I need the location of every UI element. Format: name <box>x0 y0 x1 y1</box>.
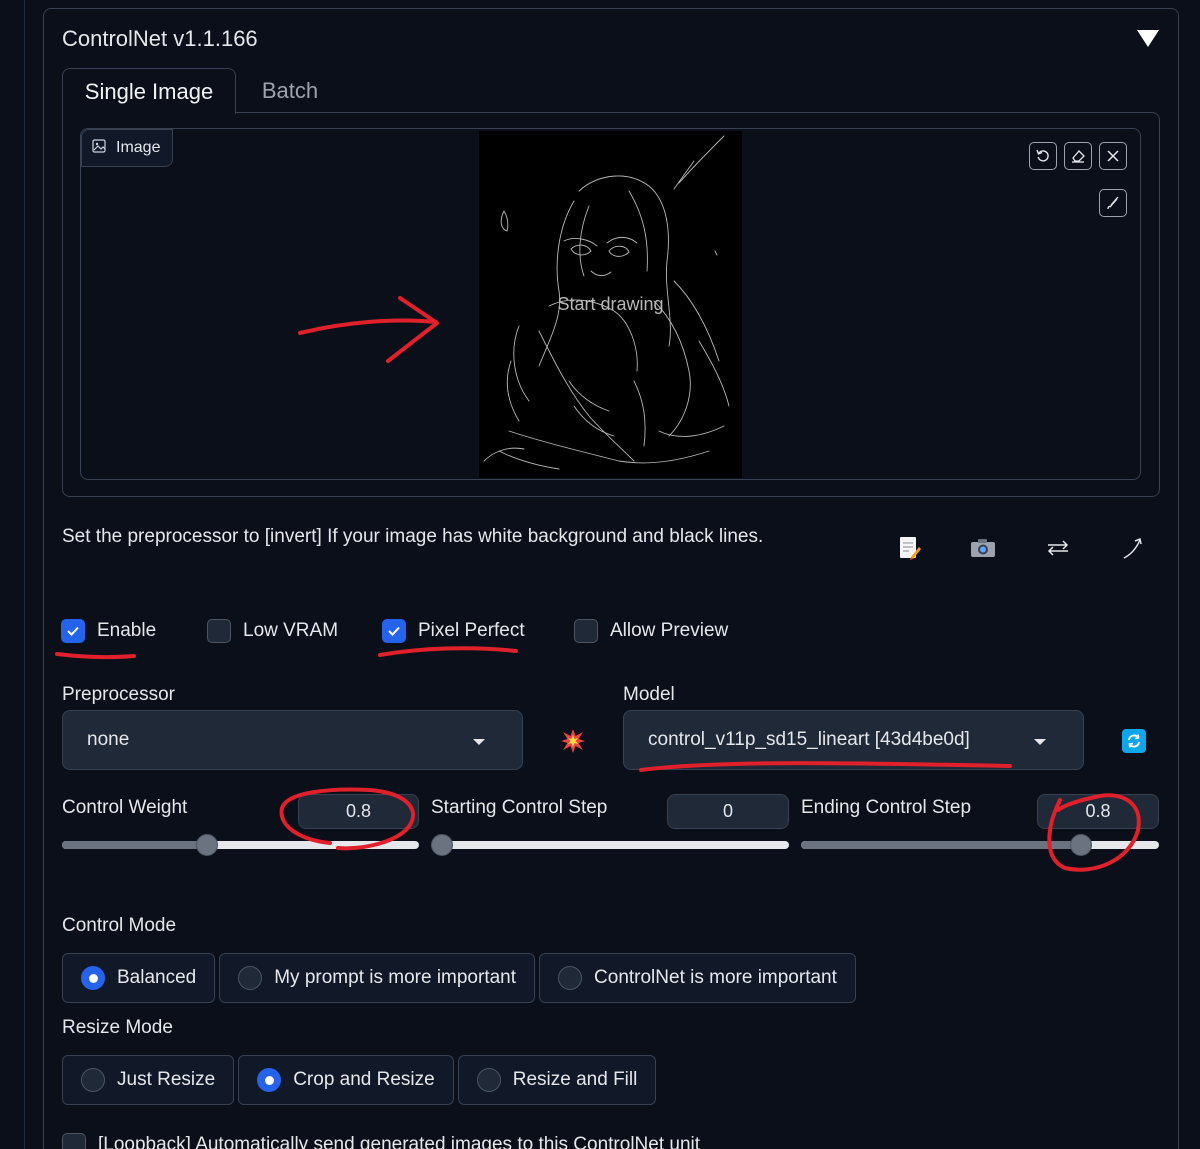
close-icon[interactable] <box>1099 142 1127 170</box>
camera-icon[interactable] <box>968 534 998 562</box>
enable-checkbox[interactable]: Enable <box>61 619 156 643</box>
resize-mode-radio-group: Just Resize Crop and Resize Resize and F… <box>62 1055 657 1105</box>
brush-icon[interactable] <box>1099 189 1127 217</box>
control-weight-input[interactable]: 0.8 <box>298 794 419 829</box>
starting-control-step-label: Starting Control Step <box>431 797 608 818</box>
undo-icon[interactable] <box>1029 142 1057 170</box>
ending-control-step-slider[interactable] <box>801 834 1159 856</box>
slider-fill <box>801 841 1088 849</box>
radio-label: Balanced <box>117 967 197 988</box>
radio-crop-and-resize[interactable]: Crop and Resize <box>238 1055 454 1105</box>
notepad-icon[interactable] <box>894 534 924 562</box>
radio-just-resize[interactable]: Just Resize <box>62 1055 235 1105</box>
radio-balanced[interactable]: Balanced <box>62 953 216 1003</box>
page-edge <box>24 0 25 1149</box>
explosion-icon[interactable] <box>560 728 586 754</box>
curved-arrow-icon[interactable] <box>1118 534 1148 562</box>
image-icon <box>92 138 106 158</box>
resize-mode-label: Resize Mode <box>62 1017 173 1038</box>
preprocessor-hint: Set the preprocessor to [invert] If your… <box>62 526 764 547</box>
slider-thumb[interactable] <box>431 834 453 856</box>
checkbox-box[interactable] <box>207 619 231 643</box>
checkbox-box[interactable] <box>62 1133 86 1149</box>
tab-batch[interactable]: Batch <box>240 68 340 114</box>
preprocessor-value: none <box>87 729 130 750</box>
refresh-models-icon[interactable] <box>1122 729 1146 753</box>
slider-fill <box>62 841 205 849</box>
swap-arrows-icon[interactable] <box>1043 534 1073 562</box>
radio-circle[interactable] <box>81 1068 105 1092</box>
loopback-label: [Loopback] Automatically send generated … <box>98 1134 701 1149</box>
radio-circle[interactable] <box>257 1068 282 1092</box>
low-vram-label: Low VRAM <box>243 620 339 641</box>
control-weight-label: Control Weight <box>62 797 188 818</box>
enable-label: Enable <box>97 620 157 641</box>
slider-thumb[interactable] <box>1069 834 1092 856</box>
eraser-icon[interactable] <box>1064 142 1092 170</box>
starting-control-step-input[interactable]: 0 <box>667 794 789 829</box>
preprocessor-label: Preprocessor <box>62 684 175 705</box>
control-weight-slider[interactable] <box>62 834 419 856</box>
image-label: Image <box>81 129 174 167</box>
radio-my-prompt-more-important[interactable]: My prompt is more important <box>219 953 536 1003</box>
preprocessor-dropdown[interactable]: none <box>62 710 523 770</box>
radio-resize-and-fill[interactable]: Resize and Fill <box>457 1055 657 1105</box>
checkbox-box[interactable] <box>382 619 406 643</box>
radio-label: My prompt is more important <box>274 967 517 988</box>
control-mode-label: Control Mode <box>62 915 177 936</box>
tab-single-image[interactable]: Single Image <box>62 68 236 114</box>
radio-controlnet-more-important[interactable]: ControlNet is more important <box>539 953 856 1003</box>
allow-preview-label: Allow Preview <box>610 620 729 641</box>
drawing-canvas[interactable]: Start drawing <box>479 131 742 478</box>
radio-label: ControlNet is more important <box>594 967 837 988</box>
loopback-checkbox[interactable]: [Loopback] Automatically send generated … <box>62 1133 700 1149</box>
radio-label: Crop and Resize <box>293 1069 435 1090</box>
image-label-text: Image <box>116 139 161 156</box>
radio-circle[interactable] <box>238 966 263 990</box>
radio-circle[interactable] <box>476 1068 501 1092</box>
collapse-triangle-icon[interactable] <box>1137 30 1159 47</box>
checkbox-box[interactable] <box>574 619 598 643</box>
chevron-down-icon <box>1034 739 1046 745</box>
starting-control-step-slider[interactable] <box>431 834 789 856</box>
model-dropdown[interactable]: control_v11p_sd15_lineart [43d4be0d] <box>623 710 1084 770</box>
checkbox-box[interactable] <box>61 619 85 643</box>
model-label: Model <box>623 684 675 705</box>
ending-control-step-label: Ending Control Step <box>801 797 972 818</box>
pixel-perfect-checkbox[interactable]: Pixel Perfect <box>382 619 525 643</box>
radio-label: Resize and Fill <box>512 1069 638 1090</box>
radio-circle[interactable] <box>558 966 583 990</box>
canvas-hint: Start drawing <box>557 294 664 314</box>
pixel-perfect-label: Pixel Perfect <box>418 620 525 641</box>
allow-preview-checkbox[interactable]: Allow Preview <box>574 619 728 643</box>
panel-title: ControlNet v1.1.166 <box>62 26 258 51</box>
radio-circle[interactable] <box>81 966 105 990</box>
chevron-down-icon <box>473 739 485 745</box>
slider-thumb[interactable] <box>196 834 218 856</box>
low-vram-checkbox[interactable]: Low VRAM <box>207 619 338 643</box>
ending-control-step-input[interactable]: 0.8 <box>1037 794 1159 829</box>
model-value: control_v11p_sd15_lineart [43d4be0d] <box>648 729 970 750</box>
control-mode-radio-group: Balanced My prompt is more important Con… <box>62 953 856 1003</box>
radio-label: Just Resize <box>117 1069 216 1090</box>
